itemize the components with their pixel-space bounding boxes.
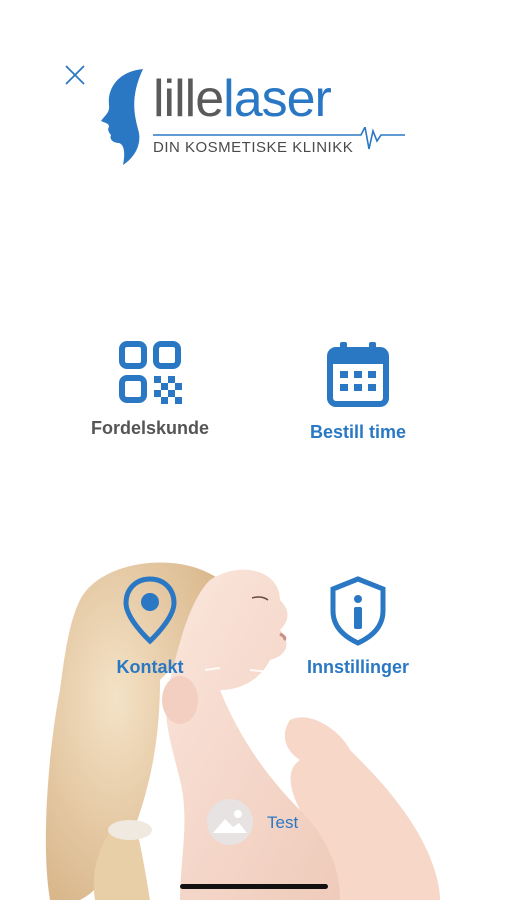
bestill-time-button[interactable]: Bestill time	[278, 340, 438, 470]
logo-wordmark: lillelaser	[153, 69, 332, 129]
home-indicator[interactable]	[180, 884, 328, 889]
kontakt-button[interactable]: Kontakt	[70, 575, 230, 705]
test-label: Test	[267, 813, 299, 832]
bestill-time-label: Bestill time	[309, 422, 407, 442]
logo-word-lille: lille	[153, 70, 224, 128]
info-shield-icon	[330, 576, 386, 646]
fordelskunde-button[interactable]: Fordelskunde	[70, 340, 230, 470]
test-button[interactable]: Test	[205, 797, 325, 847]
calendar-icon	[327, 342, 389, 407]
brand-logo: lillelaser DIN KOSMETISKE KLINIKK	[95, 65, 405, 170]
fordelskunde-label: Fordelskunde	[90, 418, 210, 438]
face-profile-logo-icon	[101, 69, 143, 165]
location-pin-icon	[123, 576, 177, 645]
innstillinger-button[interactable]: Innstillinger	[278, 575, 438, 705]
logo-word-laser: laser	[223, 70, 332, 128]
innstillinger-label: Innstillinger	[306, 657, 409, 677]
image-placeholder-icon	[207, 799, 253, 845]
close-button[interactable]	[60, 60, 90, 90]
qr-code-icon	[119, 341, 182, 404]
close-icon	[65, 65, 85, 85]
kontakt-label: Kontakt	[116, 657, 184, 677]
logo-tagline: DIN KOSMETISKE KLINIKK	[153, 139, 354, 156]
